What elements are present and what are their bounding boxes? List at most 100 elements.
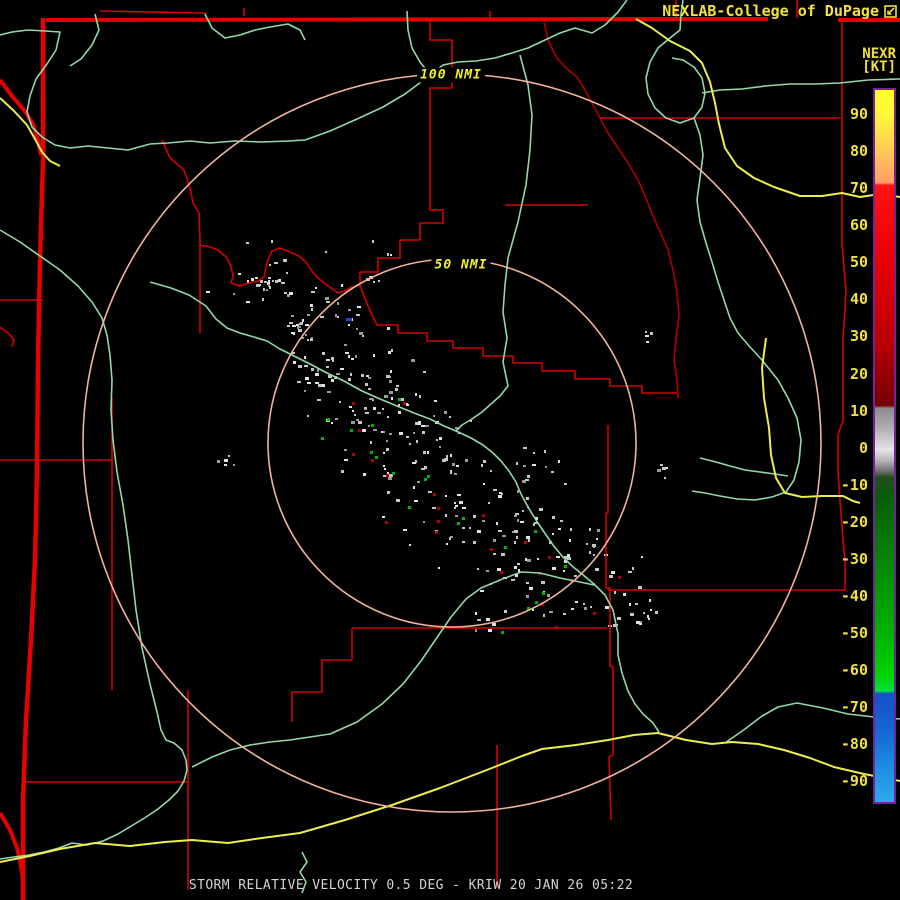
echo-pixel	[246, 242, 249, 244]
echo-pixel	[381, 431, 383, 433]
echo-pixel	[556, 556, 560, 558]
echo-pixel	[660, 464, 663, 466]
echo-pixel	[271, 240, 273, 243]
echo-pixel	[413, 432, 415, 434]
echo-pixel	[401, 398, 404, 401]
echo-pixel	[424, 478, 427, 481]
echo-pixel	[586, 543, 588, 545]
echo-pixel	[436, 439, 438, 441]
echo-pixel	[498, 530, 502, 532]
echo-pixel	[262, 298, 264, 301]
echo-pixel	[300, 322, 303, 324]
echo-pixel	[490, 548, 493, 551]
echo-pixel	[552, 533, 554, 535]
echo-pixel	[462, 517, 465, 520]
echo-pixel	[217, 460, 220, 463]
echo-pixel	[336, 373, 340, 375]
echo-pixel	[593, 546, 595, 548]
echo-pixel	[514, 530, 518, 533]
echo-pixel	[664, 477, 666, 479]
echo-pixel	[403, 402, 406, 405]
echo-pixel	[340, 368, 344, 370]
echo-pixel	[398, 398, 401, 401]
echo-pixel	[291, 332, 295, 334]
colorbar-tick--20: -20	[840, 512, 868, 531]
echo-pixel	[228, 455, 230, 457]
echo-pixel	[233, 293, 235, 295]
echo-pixel	[517, 519, 519, 522]
echo-pixel	[351, 421, 355, 424]
echo-pixel	[445, 514, 447, 517]
echo-pixel	[446, 455, 448, 458]
river-north-long	[0, 0, 628, 151]
echo-pixel	[477, 530, 481, 533]
echo-pixel	[511, 579, 515, 581]
echo-pixel	[514, 541, 516, 544]
echo-pixel	[251, 278, 254, 281]
echo-pixel	[655, 611, 658, 614]
echo-pixel	[593, 612, 596, 615]
echo-pixel	[512, 531, 514, 533]
echo-pixel	[348, 378, 351, 381]
product-caption: STORM RELATIVE VELOCITY 0.5 DEG - KRIW 2…	[188, 878, 634, 893]
echo-pixel	[315, 287, 317, 289]
echo-pixel	[346, 318, 352, 321]
echo-pixel	[304, 356, 306, 359]
echo-pixel	[344, 459, 348, 461]
echo-pixel	[597, 529, 600, 532]
echo-pixel	[630, 613, 634, 616]
echo-pixel	[361, 374, 364, 377]
echo-pixel	[291, 315, 294, 317]
echo-pixel	[493, 553, 496, 555]
echo-pixel	[298, 365, 302, 368]
echo-pixel	[233, 464, 235, 466]
echo-pixel	[462, 507, 466, 509]
echo-pixel	[524, 541, 527, 544]
echo-pixel	[322, 352, 325, 355]
echo-pixel	[373, 281, 375, 283]
county-line-s-steps	[291, 627, 607, 722]
echo-pixel	[337, 316, 339, 318]
echo-pixel	[315, 382, 319, 384]
echo-pixel	[302, 319, 304, 322]
echo-pixel	[375, 456, 378, 459]
river-central-diagonal	[149, 281, 660, 733]
echo-pixel	[459, 501, 463, 504]
road-nw	[0, 97, 61, 167]
echo-pixel	[350, 373, 352, 376]
echo-pixel	[396, 385, 399, 387]
range-rings	[82, 73, 822, 813]
echo-pixel	[422, 431, 425, 434]
echo-pixel	[488, 502, 490, 504]
echo-pixel	[437, 507, 440, 510]
echo-pixel	[496, 522, 498, 525]
echo-pixel	[646, 341, 649, 343]
echo-pixel	[526, 497, 529, 500]
echo-pixel	[526, 595, 529, 598]
echo-pixel	[423, 521, 425, 523]
echo-pixel	[238, 273, 241, 275]
echo-pixel	[311, 368, 314, 371]
echo-pixel	[551, 471, 554, 473]
echo-pixel	[549, 611, 553, 613]
echo-pixel	[331, 422, 333, 424]
echo-pixel	[365, 383, 368, 386]
echo-pixel	[483, 483, 485, 485]
echo-pixel	[595, 568, 599, 571]
header-title: NEXLAB-College of DuPage	[662, 2, 897, 20]
echo-pixel	[384, 468, 386, 470]
echo-pixel	[266, 289, 268, 291]
echo-pixel	[269, 286, 271, 289]
echo-pixel	[349, 406, 352, 408]
echo-pixel	[373, 407, 376, 410]
echo-pixel	[437, 520, 440, 523]
echo-pixel	[378, 280, 380, 282]
echo-pixel	[457, 522, 460, 525]
echo-pixel	[359, 332, 363, 335]
echo-pixel	[457, 494, 461, 496]
echo-pixel	[386, 474, 389, 477]
echo-pixel	[433, 493, 436, 496]
radar-map	[0, 0, 900, 900]
echo-pixel	[382, 516, 385, 518]
echo-pixel	[504, 546, 507, 549]
